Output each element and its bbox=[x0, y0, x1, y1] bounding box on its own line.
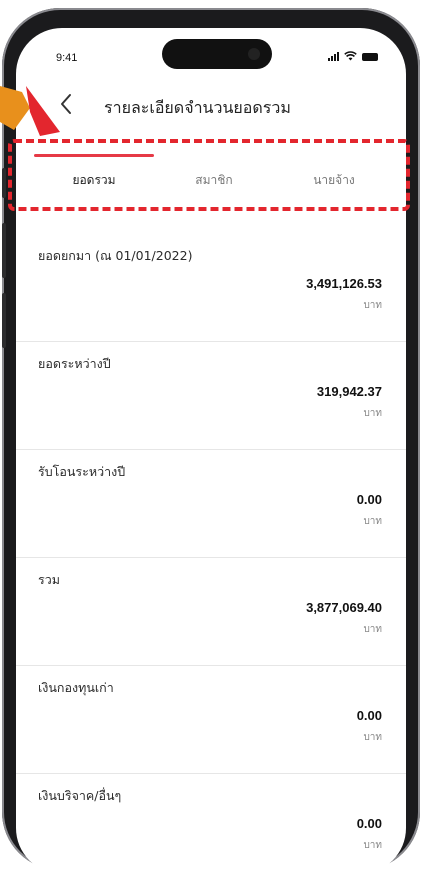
item-label: เงินบริจาค/อื่นๆ bbox=[38, 788, 122, 803]
app-header: รายละเอียดจำนวนยอดรวม bbox=[16, 83, 406, 135]
battery-icon bbox=[362, 53, 378, 61]
list-item: รับโอนระหว่างปี 0.00 บาท bbox=[16, 450, 406, 558]
list-item: รวม 3,877,069.40 บาท bbox=[16, 558, 406, 666]
item-label: ยอดยกมา (ณ 01/01/2022) bbox=[38, 248, 193, 263]
list-item: ยอดยกมา (ณ 01/01/2022) 3,491,126.53 บาท bbox=[16, 234, 406, 342]
page-title: รายละเอียดจำนวนยอดรวม bbox=[104, 98, 291, 117]
item-unit: บาท bbox=[363, 300, 382, 311]
highlight-annotation bbox=[8, 139, 410, 211]
item-label: รวม bbox=[38, 572, 60, 587]
item-unit: บาท bbox=[363, 516, 382, 527]
item-label: เงินกองทุนเก่า bbox=[38, 680, 114, 695]
mute-switch bbox=[2, 168, 6, 198]
item-unit: บาท bbox=[363, 408, 382, 419]
volume-up-button bbox=[2, 223, 6, 278]
item-unit: บาท bbox=[363, 840, 382, 851]
item-value: 3,877,069.40 bbox=[306, 600, 382, 615]
list-item: เงินบริจาค/อื่นๆ 0.00 บาท bbox=[16, 774, 406, 874]
item-unit: บาท bbox=[363, 624, 382, 635]
status-bar: 9:41 bbox=[16, 28, 406, 72]
signal-icon bbox=[328, 51, 339, 61]
item-value: 0.00 bbox=[356, 708, 382, 723]
wifi-icon bbox=[344, 51, 357, 61]
volume-down-button bbox=[2, 293, 6, 348]
item-value: 3,491,126.53 bbox=[306, 276, 382, 291]
list-item: ยอดระหว่างปี 319,942.37 บาท bbox=[16, 342, 406, 450]
item-value: 319,942.37 bbox=[316, 384, 382, 399]
item-label: รับโอนระหว่างปี bbox=[38, 464, 126, 479]
phone-frame: 9:41 รายละเอียดจำนวนยอดรวม ยอดรวม สมาชิก… bbox=[2, 8, 420, 874]
list-item: เงินกองทุนเก่า 0.00 บาท bbox=[16, 666, 406, 774]
item-label: ยอดระหว่างปี bbox=[38, 356, 111, 371]
item-value: 0.00 bbox=[356, 816, 382, 831]
item-unit: บาท bbox=[363, 732, 382, 743]
dynamic-island bbox=[162, 39, 272, 69]
item-value: 0.00 bbox=[356, 492, 382, 507]
status-time: 9:41 bbox=[56, 52, 78, 64]
pointer-arrow-icon bbox=[0, 86, 60, 136]
status-icons bbox=[328, 51, 378, 61]
summary-list: ยอดยกมา (ณ 01/01/2022) 3,491,126.53 บาท … bbox=[16, 234, 406, 874]
